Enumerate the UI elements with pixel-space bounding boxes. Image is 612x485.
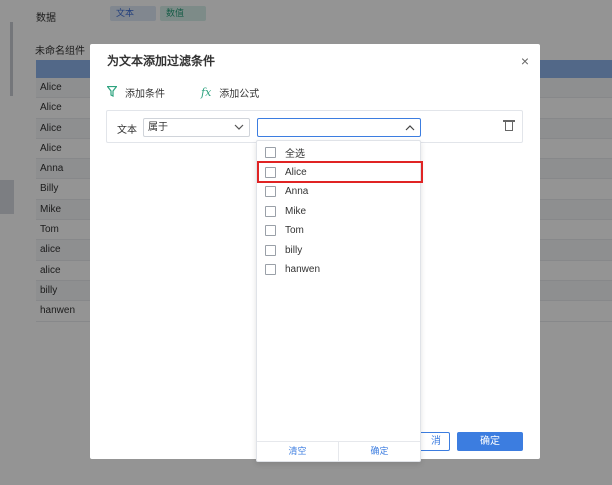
option-label: hanwen (285, 263, 321, 275)
condition-row: 文本 属于 (106, 110, 523, 143)
checkbox[interactable] (265, 263, 276, 275)
filter-icon (106, 85, 118, 100)
formula-icon: fx (201, 86, 212, 99)
clear-button[interactable]: 清空 (257, 442, 338, 461)
option-mike[interactable]: Mike (265, 201, 306, 221)
option-label: 全选 (285, 148, 305, 160)
chevron-down-icon (234, 119, 244, 142)
field-label: 文本 (117, 125, 137, 136)
option-anna[interactable]: Anna (265, 181, 308, 201)
checkbox[interactable] (265, 205, 276, 217)
operator-value: 属于 (148, 122, 168, 133)
option-label: Tom (285, 224, 304, 236)
checkbox[interactable] (265, 146, 276, 158)
option-label: billy (285, 244, 303, 256)
option-label: Mike (285, 205, 307, 217)
option-tom[interactable]: Tom (265, 220, 304, 240)
add-formula-button[interactable]: fx 添加公式 (201, 85, 259, 100)
dialog-header: 为文本添加过滤条件 × (90, 44, 540, 77)
dialog-title: 为文本添加过滤条件 (107, 54, 216, 68)
value-select[interactable] (257, 118, 421, 137)
value-dropdown: 全选 Alice Anna Mike Tom billy hanwen 清空 确… (256, 140, 423, 462)
close-icon[interactable]: × (510, 53, 540, 69)
operator-select[interactable]: 属于 (143, 118, 250, 137)
add-condition-label: 添加条件 (125, 89, 165, 100)
add-condition-button[interactable]: 添加条件 (106, 85, 165, 100)
option-billy[interactable]: billy (265, 240, 302, 260)
option-hanwen[interactable]: hanwen (265, 259, 320, 279)
checkbox[interactable] (265, 244, 276, 256)
confirm-button[interactable]: 确定 (338, 442, 420, 461)
ok-button[interactable]: 确定 (457, 432, 523, 451)
dropdown-footer: 清空 确定 (257, 441, 420, 461)
highlight-box (257, 161, 423, 183)
chevron-up-icon (405, 120, 415, 138)
option-label: Anna (285, 185, 309, 197)
toolbar: 添加条件 fx 添加公式 (106, 85, 295, 100)
checkbox[interactable] (265, 185, 276, 197)
checkbox[interactable] (265, 224, 276, 236)
add-formula-label: 添加公式 (219, 89, 260, 100)
option-select-all[interactable]: 全选 (265, 142, 305, 162)
delete-icon[interactable] (503, 119, 515, 131)
